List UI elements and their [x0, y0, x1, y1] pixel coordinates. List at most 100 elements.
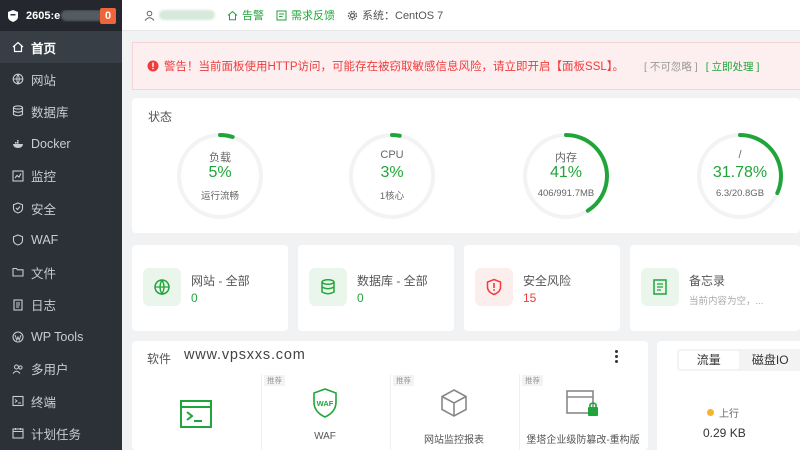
- feedback-link[interactable]: 需求反馈: [276, 7, 335, 23]
- house-icon: [227, 10, 238, 20]
- gauge-sub: 6.3/20.8GB: [715, 188, 765, 199]
- sidebar-item-label: 数据库: [31, 105, 69, 120]
- warning-text: 警告！当前面板使用HTTP访问，可能存在被窃取敏感信息风险，请立即开启【面板SS…: [164, 61, 625, 73]
- sidebar-item-label: WP Tools: [31, 329, 84, 344]
- gauge-label: 负载: [209, 152, 231, 164]
- sidebar-item-security[interactable]: 安全: [0, 192, 122, 224]
- tile-name: 堡塔企业级防篡改-重构版: [526, 435, 640, 446]
- calendar-icon: [11, 427, 24, 440]
- disk-gauge[interactable]: / 31.78% 6.3/20.8GB: [694, 130, 786, 222]
- cpu-gauge[interactable]: CPU 3% 1核心: [346, 130, 438, 222]
- logo-icon: [8, 9, 18, 22]
- upstream-dot: [707, 409, 714, 416]
- sidebar-item-wp-tools[interactable]: WP Tools: [0, 321, 122, 353]
- recommend-tag: 推荐: [264, 375, 285, 386]
- card-label: 备忘录: [689, 274, 726, 288]
- tile-name: 网站监控报表: [424, 435, 484, 446]
- sidebar-item-label: 多用户: [31, 363, 69, 378]
- gauge-value: 41%: [549, 164, 583, 181]
- sidebar: 2605:e 0 首页 网站 数据库 Docker 监控 安全 WAF 文件 日…: [0, 0, 122, 450]
- overview-card-memo[interactable]: 备忘录 当前内容为空，...: [630, 245, 800, 331]
- card-label: 网站 - 全部: [191, 274, 250, 288]
- waf-shield-icon: WAF: [312, 388, 338, 421]
- browser-lock-icon: [566, 388, 600, 421]
- sidebar-item-docker[interactable]: Docker: [0, 128, 122, 160]
- notification-badge[interactable]: 0: [100, 7, 116, 24]
- card-value[interactable]: 当前内容为空，...: [689, 293, 763, 307]
- card-value[interactable]: 15: [523, 291, 536, 305]
- upstream-label: 上行: [719, 409, 739, 420]
- sidebar-item-label: 监控: [31, 170, 57, 185]
- sidebar-item-multi-user[interactable]: 多用户: [0, 353, 122, 385]
- overview-card-security-risk[interactable]: 安全风险 15: [464, 245, 620, 331]
- folder-icon: [11, 266, 24, 279]
- alarm-link[interactable]: 告警: [227, 7, 264, 23]
- user-account[interactable]: [144, 10, 215, 21]
- user-icon: [144, 10, 155, 21]
- alarm-label: 告警: [242, 10, 264, 22]
- gauge-sub: 1核心: [379, 191, 405, 202]
- overview-card-databases[interactable]: 数据库 - 全部 0: [298, 245, 454, 331]
- terminal-icon: [11, 395, 24, 408]
- home-icon: [11, 41, 24, 54]
- status-title: 状态: [148, 110, 173, 124]
- sidebar-item-label: 安全: [31, 202, 57, 217]
- software-title: 软件: [147, 352, 172, 366]
- sidebar-item-terminal[interactable]: 终端: [0, 385, 122, 417]
- software-tile-terminal[interactable]: [132, 374, 259, 450]
- sidebar-item-label: Docker: [31, 136, 71, 151]
- gauge-label: /: [738, 149, 742, 161]
- card-label: 数据库 - 全部: [357, 274, 428, 288]
- recommend-tag: 推荐: [393, 375, 414, 386]
- globe-icon: [143, 268, 181, 306]
- sidebar-item-website[interactable]: 网站: [0, 63, 122, 95]
- upstream-legend: 上行: [707, 405, 739, 420]
- gear-icon: [347, 10, 358, 20]
- sidebar-menu: 首页 网站 数据库 Docker 监控 安全 WAF 文件 日志 WP Tool…: [0, 31, 122, 449]
- tab-traffic[interactable]: 流量: [679, 351, 739, 369]
- sidebar-item-label: 网站: [31, 73, 57, 88]
- sidebar-header[interactable]: 2605:e 0: [0, 0, 122, 31]
- sidebar-item-label: 终端: [31, 395, 57, 410]
- sidebar-item-label: 文件: [31, 266, 57, 281]
- memory-gauge[interactable]: 内存 41% 406/991.7MB: [520, 130, 612, 222]
- tile-name: WAF: [314, 431, 336, 442]
- gauge-label: 内存: [555, 152, 577, 164]
- feedback-icon: [276, 10, 287, 20]
- software-tile-tamper-proof[interactable]: 推荐 堡塔企业级防篡改-重构版: [519, 374, 646, 450]
- card-value[interactable]: 0: [357, 291, 364, 305]
- sidebar-item-logs[interactable]: 日志: [0, 289, 122, 321]
- sidebar-item-cron[interactable]: 计划任务: [0, 417, 122, 449]
- more-options-icon[interactable]: [615, 350, 619, 365]
- system-label: 系统：CentOS 7: [362, 10, 444, 22]
- sidebar-item-home[interactable]: 首页: [0, 31, 122, 64]
- wordpress-icon: [11, 330, 24, 343]
- load-gauge[interactable]: 负载 5% 运行流畅: [174, 130, 266, 222]
- handle-now-link[interactable]: [ 立即处理 ]: [706, 59, 760, 74]
- status-card: 状态 负载 5% 运行流畅 CPU 3% 1核心 内存 41% 406/991.…: [132, 98, 800, 233]
- svg-text:WAF: WAF: [317, 399, 334, 408]
- card-value[interactable]: 0: [191, 291, 198, 305]
- globe-icon: [11, 73, 24, 86]
- users-icon: [11, 362, 24, 375]
- traffic-tabs: 流量 磁盘IO: [677, 349, 800, 371]
- gauge-sub: 406/991.7MB: [537, 188, 595, 199]
- monitor-icon: [11, 169, 24, 182]
- gauge-label: CPU: [380, 149, 404, 161]
- waf-shield-icon: [11, 234, 24, 247]
- gauge-value: 3%: [380, 164, 404, 181]
- upstream-value: 0.29 KB: [703, 426, 746, 440]
- sidebar-item-files[interactable]: 文件: [0, 256, 122, 288]
- sidebar-item-monitor[interactable]: 监控: [0, 160, 122, 192]
- sidebar-item-waf[interactable]: WAF: [0, 224, 122, 256]
- memo-icon: [641, 268, 679, 306]
- sidebar-item-database[interactable]: 数据库: [0, 95, 122, 127]
- software-tile-site-monitor[interactable]: 推荐 网站监控报表: [390, 374, 517, 450]
- software-panel: 软件 www.vpsxxs.com 推荐 WAF WAF 推荐 网站监控报表 推…: [132, 341, 648, 450]
- software-tile-waf[interactable]: 推荐 WAF WAF: [261, 374, 388, 450]
- tab-disk-io[interactable]: 磁盘IO: [741, 349, 800, 371]
- watermark: www.vpsxxs.com: [184, 347, 306, 363]
- docker-icon: [11, 137, 24, 150]
- risk-shield-icon: [475, 268, 513, 306]
- overview-card-websites[interactable]: 网站 - 全部 0: [132, 245, 288, 331]
